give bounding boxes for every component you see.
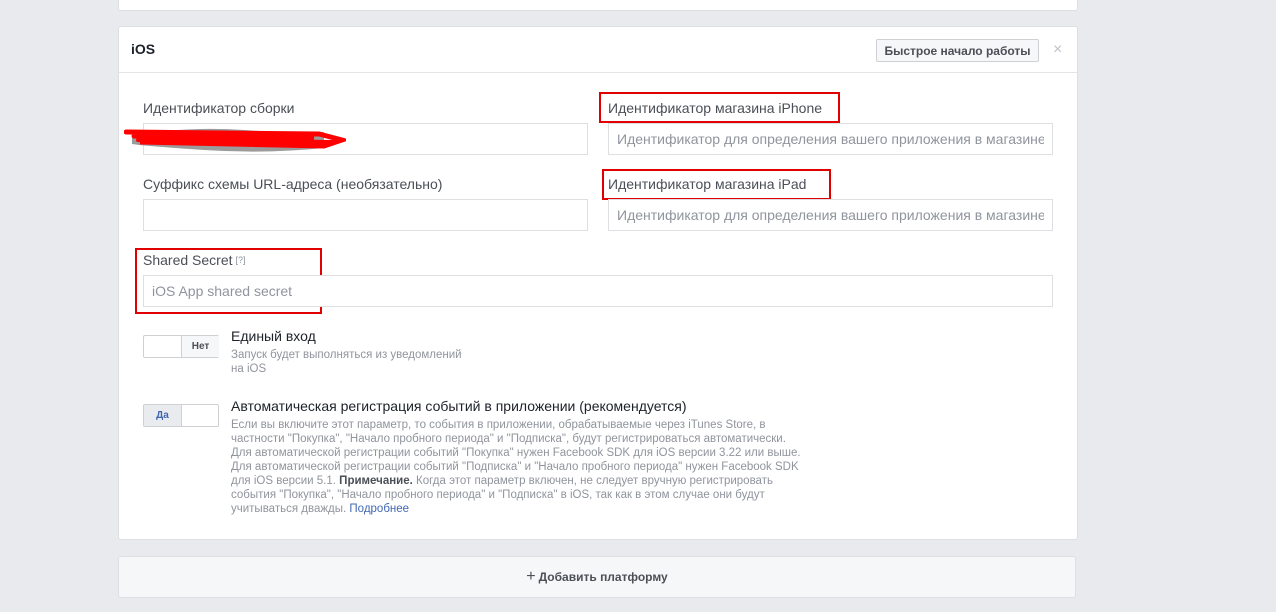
platform-title: iOS bbox=[131, 41, 156, 57]
auto-log-events-toggle[interactable]: Да bbox=[143, 404, 219, 427]
url-scheme-suffix-input[interactable] bbox=[143, 199, 588, 231]
auto-log-desc-text: для iOS версии 5.1. bbox=[231, 475, 336, 487]
toggle-no-label: Нет bbox=[181, 336, 219, 357]
auto-log-desc-line: частности "Покупка", "Начало пробного пе… bbox=[231, 433, 786, 445]
learn-more-link[interactable]: Подробнее bbox=[349, 503, 409, 515]
url-scheme-suffix-label: Суффикс схемы URL-адреса (необязательно) bbox=[143, 176, 443, 192]
plus-icon: + bbox=[526, 568, 536, 585]
single-sign-on-desc-line: на iOS bbox=[231, 363, 267, 375]
single-sign-on-title: Единый вход bbox=[231, 328, 316, 344]
panel-header: iOS Быстрое начало работы × bbox=[119, 27, 1077, 73]
auto-log-events-title: Автоматическая регистрация событий в при… bbox=[231, 398, 687, 414]
help-icon[interactable]: [?] bbox=[236, 255, 246, 265]
bundle-id-label: Идентификатор сборки bbox=[143, 100, 295, 116]
auto-log-desc-text: Когда этот параметр включен, не следует … bbox=[416, 475, 773, 487]
ipad-store-id-input[interactable] bbox=[608, 199, 1053, 231]
note-label: Примечание. bbox=[339, 475, 413, 487]
auto-log-desc-line: учитываться дважды. Подробнее bbox=[231, 502, 851, 516]
auto-log-desc-line: Для автоматической регистрации событий "… bbox=[231, 447, 801, 459]
ipad-store-id-label: Идентификатор магазина iPad bbox=[608, 176, 807, 192]
shared-secret-label: Shared Secret [?] bbox=[143, 252, 246, 268]
add-platform-label: Добавить платформу bbox=[538, 570, 668, 584]
single-sign-on-description: Запуск будет выполняться из уведомлений … bbox=[231, 348, 491, 376]
shared-secret-label-text: Shared Secret bbox=[143, 252, 233, 268]
toggle-yes-label: Да bbox=[144, 405, 182, 426]
quickstart-button[interactable]: Быстрое начало работы bbox=[876, 39, 1039, 62]
add-platform-button[interactable]: + Добавить платформу bbox=[118, 556, 1076, 598]
auto-log-desc-line: события "Покупка", "Начало пробного пери… bbox=[231, 489, 765, 501]
auto-log-events-description: Если вы включите этот параметр, то событ… bbox=[231, 418, 851, 516]
redaction-scribble bbox=[124, 128, 346, 152]
close-icon[interactable]: × bbox=[1053, 41, 1062, 59]
auto-log-desc-line: Для автоматической регистрации событий "… bbox=[231, 461, 799, 473]
single-sign-on-desc-line: Запуск будет выполняться из уведомлений bbox=[231, 349, 462, 361]
iphone-store-id-label: Идентификатор магазина iPhone bbox=[608, 100, 823, 116]
auto-log-desc-text: учитываться дважды. bbox=[231, 503, 347, 515]
previous-platform-card bbox=[118, 0, 1078, 11]
auto-log-desc-line: для iOS версии 5.1. Примечание. Когда эт… bbox=[231, 474, 851, 488]
iphone-store-id-input[interactable] bbox=[608, 123, 1053, 155]
shared-secret-input[interactable] bbox=[143, 275, 1053, 307]
auto-log-desc-line: Если вы включите этот параметр, то событ… bbox=[231, 419, 766, 431]
single-sign-on-toggle[interactable]: Нет bbox=[143, 335, 219, 358]
